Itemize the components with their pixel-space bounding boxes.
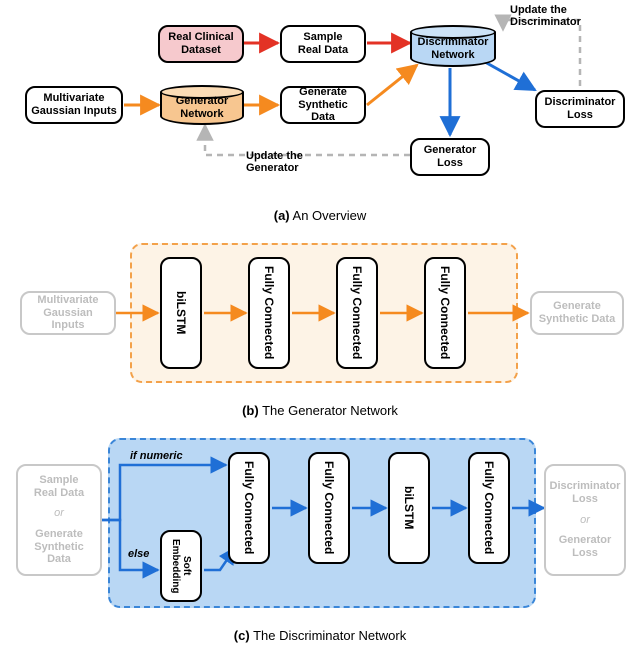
caption-b: (b) The Generator Network xyxy=(10,403,630,418)
annot-update-generator: Update the Generator xyxy=(246,150,303,174)
box-c-layer-1: Fully Connected xyxy=(308,452,350,564)
box-discriminator-loss: Discriminator Loss xyxy=(535,90,625,128)
cyl-generator-network: Generator Network xyxy=(160,85,244,125)
box-b-input: Multivariate Gaussian Inputs xyxy=(20,291,116,335)
caption-c: (c) The Discriminator Network xyxy=(10,628,630,643)
box-c-layer-3: Fully Connected xyxy=(468,452,510,564)
annot-update-discriminator: Update the Discriminator xyxy=(510,4,581,28)
box-b-output: Generate Synthetic Data xyxy=(530,291,624,335)
box-b-layer-0: biLSTM xyxy=(160,257,202,369)
box-generator-loss: Generator Loss xyxy=(410,138,490,176)
box-generate-synthetic-data: Generate Synthetic Data xyxy=(280,86,366,124)
caption-a: (a) An Overview xyxy=(10,208,630,223)
panel-c: Sample Real Data or Generate Synthetic D… xyxy=(10,430,630,620)
box-c-layer-2: biLSTM xyxy=(388,452,430,564)
annot-else: else xyxy=(128,548,149,560)
cyl-discriminator-network: Discriminator Network xyxy=(410,25,496,67)
box-c-output: Discriminator Loss or Generator Loss xyxy=(544,464,626,576)
box-b-layer-2: Fully Connected xyxy=(336,257,378,369)
box-sample-real-data: Sample Real Data xyxy=(280,25,366,63)
panel-a: Real Clinical Dataset Sample Real Data D… xyxy=(10,10,630,200)
annot-if-numeric: if numeric xyxy=(130,450,183,462)
box-b-layer-1: Fully Connected xyxy=(248,257,290,369)
box-c-layer-0: Fully Connected xyxy=(228,452,270,564)
box-c-soft-embedding: Soft Embedding xyxy=(160,530,202,602)
box-b-layer-3: Fully Connected xyxy=(424,257,466,369)
box-multivariate-gaussian-inputs: Multivariate Gaussian Inputs xyxy=(25,86,123,124)
box-real-clinical-dataset: Real Clinical Dataset xyxy=(158,25,244,63)
panel-b: Multivariate Gaussian Inputs biLSTM Full… xyxy=(10,235,630,395)
box-c-input: Sample Real Data or Generate Synthetic D… xyxy=(16,464,102,576)
